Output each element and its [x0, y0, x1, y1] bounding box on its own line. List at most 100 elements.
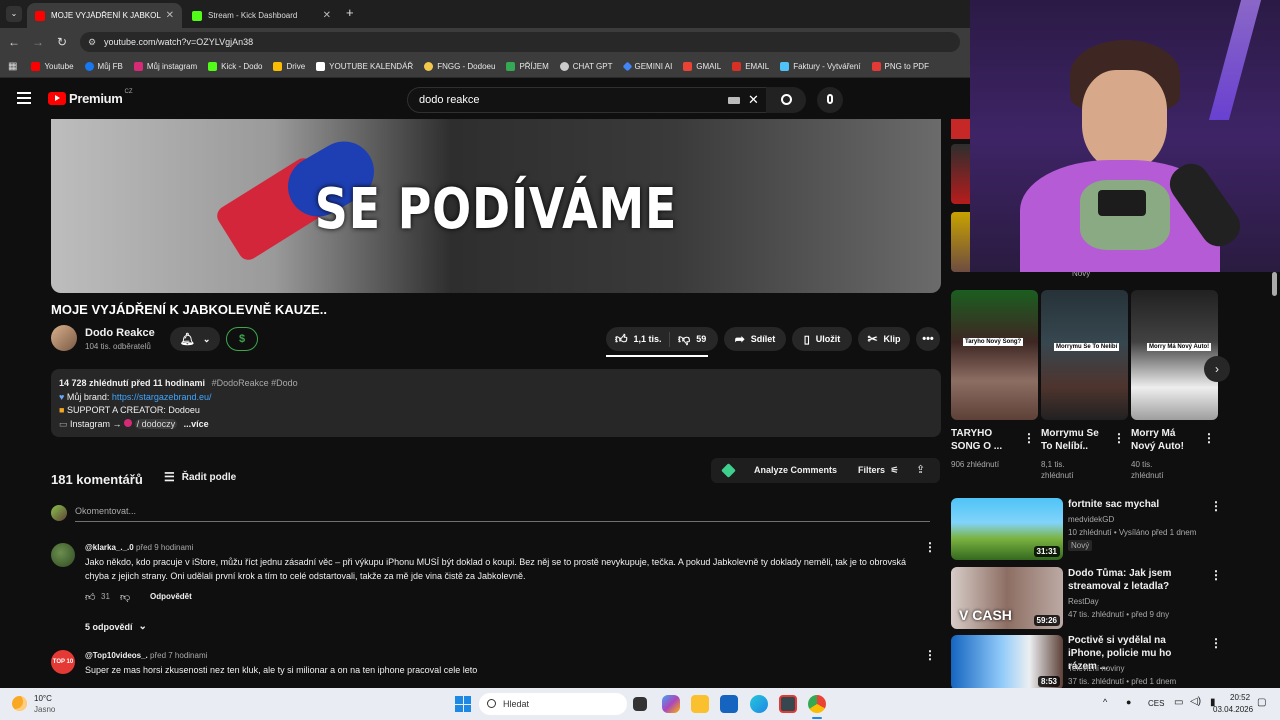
related-title[interactable]: Dodo Tůma: Jak jsem streamoval z letadla…: [1068, 567, 1203, 593]
bookmark-kick[interactable]: Kick - Dodo: [208, 62, 262, 71]
short-title[interactable]: TARYHO SONG O ...: [951, 427, 1016, 453]
network-icon[interactable]: ▭: [1174, 697, 1183, 708]
bookmark-facebook[interactable]: Můj FB: [84, 62, 123, 71]
site-info-icon[interactable]: ⚙: [88, 32, 96, 52]
short-more-icon[interactable]: ⋮: [1113, 431, 1125, 445]
bookmark-chatgpt[interactable]: CHAT GPT: [559, 62, 613, 71]
apps-grid-icon[interactable]: ▦: [8, 61, 17, 72]
copilot-icon[interactable]: [662, 695, 680, 713]
brand-link[interactable]: https://stargazebrand.eu/: [112, 392, 212, 402]
weather-condition[interactable]: Jasno: [34, 705, 55, 714]
start-button[interactable]: [455, 696, 471, 712]
related-channel[interactable]: RestDay: [1068, 596, 1099, 607]
short-thumbnail[interactable]: Morry Má Nový Auto!: [1131, 290, 1218, 420]
comment-more-icon[interactable]: ⋮: [924, 540, 936, 554]
keyboard-icon[interactable]: [728, 97, 740, 104]
short-thumbnail[interactable]: Morrymu Se To Nelíbí: [1041, 290, 1128, 420]
save-button[interactable]: ▯ Uložit: [792, 327, 852, 351]
search-button[interactable]: [766, 87, 806, 113]
export-icon[interactable]: ⇪: [916, 463, 925, 476]
related-channel[interactable]: medvidekGD: [1068, 514, 1114, 525]
tab-list-button[interactable]: ⌄: [6, 6, 22, 22]
comment-author[interactable]: @klarka_._.0: [85, 543, 134, 552]
related-channel[interactable]: Televizní noviny: [1068, 663, 1124, 674]
add-comment-input[interactable]: Okomentovat...: [75, 506, 930, 522]
short-more-icon[interactable]: ⋮: [1023, 431, 1035, 445]
analyze-comments-button[interactable]: Analyze Comments: [754, 465, 837, 475]
weather-icon[interactable]: [12, 696, 27, 711]
task-view-icon[interactable]: [633, 697, 647, 711]
bookmark-email[interactable]: EMAIL: [732, 62, 769, 71]
page-scrollbar[interactable]: [1272, 272, 1277, 296]
bookmark-prijem[interactable]: PŘÍJEM: [506, 62, 549, 71]
short-more-icon[interactable]: ⋮: [1203, 431, 1215, 445]
language-indicator[interactable]: CES: [1148, 699, 1164, 708]
tab-youtube-video[interactable]: MOJE VYJÁDŘENÍ K JABKOLEVN ✕: [27, 3, 182, 28]
forward-icon[interactable]: →: [30, 34, 46, 50]
taskbar-search[interactable]: Hledat: [479, 693, 627, 715]
related-thumbnail[interactable]: 8:53: [951, 635, 1063, 690]
clock-date[interactable]: 03.04.2026: [1213, 705, 1253, 714]
bookmark-instagram[interactable]: Můj instagram: [133, 62, 197, 71]
sidebar-partial-thumb-1[interactable]: [951, 119, 970, 139]
channel-name[interactable]: Dodo Reakce: [85, 327, 155, 339]
comment-avatar[interactable]: [51, 543, 75, 567]
comment-reply-button[interactable]: Odpovědět: [150, 592, 192, 601]
share-button[interactable]: ➦ Sdílet: [724, 327, 786, 351]
channel-avatar[interactable]: [51, 325, 77, 351]
description-box[interactable]: 14 728 zhlédnutí před 11 hodinami #DodoR…: [51, 369, 941, 437]
clear-search-icon[interactable]: ✕: [748, 88, 759, 112]
hashtags[interactable]: #DodoReakce #Dodo: [212, 378, 298, 388]
clip-button[interactable]: ✂ Klip: [858, 327, 910, 351]
short-title[interactable]: Morrymu Se To Nelíbí..: [1041, 427, 1106, 453]
notification-bell-button[interactable]: 🔔︎ ⌄: [170, 327, 220, 351]
youtube-logo[interactable]: Premium CZ: [48, 89, 133, 106]
sort-comments-button[interactable]: ☰ Řadit podle: [164, 470, 236, 484]
close-tab-icon[interactable]: ✕: [166, 10, 174, 21]
instagram-link[interactable]: / dodoczy: [134, 418, 178, 429]
menu-icon[interactable]: [17, 92, 31, 104]
sidebar-partial-thumb-2[interactable]: [951, 144, 970, 204]
bookmark-youtube[interactable]: Youtube: [31, 62, 74, 71]
tray-chevron-icon[interactable]: ^: [1103, 697, 1107, 707]
more-actions-button[interactable]: •••: [916, 327, 940, 351]
like-button[interactable]: 👍︎ 1,1 tis.: [606, 331, 670, 347]
support-button[interactable]: $: [226, 327, 258, 351]
comment-dislike-button[interactable]: 👎︎: [120, 591, 130, 603]
bookmark-png-to-pdf[interactable]: PNG to PDF: [871, 62, 929, 71]
bookmark-gmail[interactable]: GMAIL: [683, 62, 721, 71]
related-title[interactable]: fortnite sac mychal: [1068, 498, 1203, 511]
related-thumbnail[interactable]: 31:31: [951, 498, 1063, 560]
bookmark-gemini[interactable]: GEMINI AI: [622, 61, 672, 72]
outlook-icon[interactable]: [720, 695, 738, 713]
short-thumbnail[interactable]: Taryho Nový Song?: [951, 290, 1038, 420]
comment-avatar[interactable]: TOP 10: [51, 650, 75, 674]
video-player[interactable]: SE PODÍVÁME: [51, 119, 941, 293]
dislike-button[interactable]: 👎︎ 59: [670, 332, 706, 347]
file-explorer-icon[interactable]: [691, 695, 709, 713]
volume-icon[interactable]: ◁): [1190, 696, 1201, 707]
tray-mic-icon[interactable]: ●: [1126, 697, 1131, 707]
chrome-icon[interactable]: [808, 695, 826, 713]
reload-icon[interactable]: ↻: [54, 34, 70, 50]
edge-icon[interactable]: [750, 695, 768, 713]
comment-like-button[interactable]: 👍︎: [85, 591, 95, 603]
search-input[interactable]: dodo reakce ✕: [407, 87, 772, 113]
tab-kick-dashboard[interactable]: Stream - Kick Dashboard ✕: [184, 3, 339, 28]
short-title[interactable]: Morry Má Nový Auto!: [1131, 427, 1196, 453]
bookmark-drive[interactable]: Drive: [273, 62, 305, 71]
filters-button[interactable]: Filters ⚟: [858, 465, 899, 476]
comment-author[interactable]: @Top10videos_.: [85, 651, 148, 660]
url-field[interactable]: ⚙ youtube.com/watch?v=OZYLVgjAn38: [80, 32, 960, 52]
back-icon[interactable]: ←: [6, 34, 22, 50]
related-more-icon[interactable]: ⋮: [1210, 499, 1222, 513]
related-more-icon[interactable]: ⋮: [1210, 636, 1222, 650]
comment-time[interactable]: před 9 hodinami: [136, 543, 193, 552]
close-tab-icon[interactable]: ✕: [323, 10, 331, 21]
sidebar-partial-thumb-3[interactable]: [951, 212, 970, 272]
bookmark-faktury[interactable]: Faktury - Vytváření: [780, 62, 861, 71]
comment-time[interactable]: před 7 hodinami: [150, 651, 207, 660]
bookmark-youtube-calendar[interactable]: YOUTUBE KALENDÁŘ: [316, 62, 413, 71]
clock-time[interactable]: 20:52: [1230, 693, 1250, 702]
voice-search-button[interactable]: [817, 87, 843, 113]
